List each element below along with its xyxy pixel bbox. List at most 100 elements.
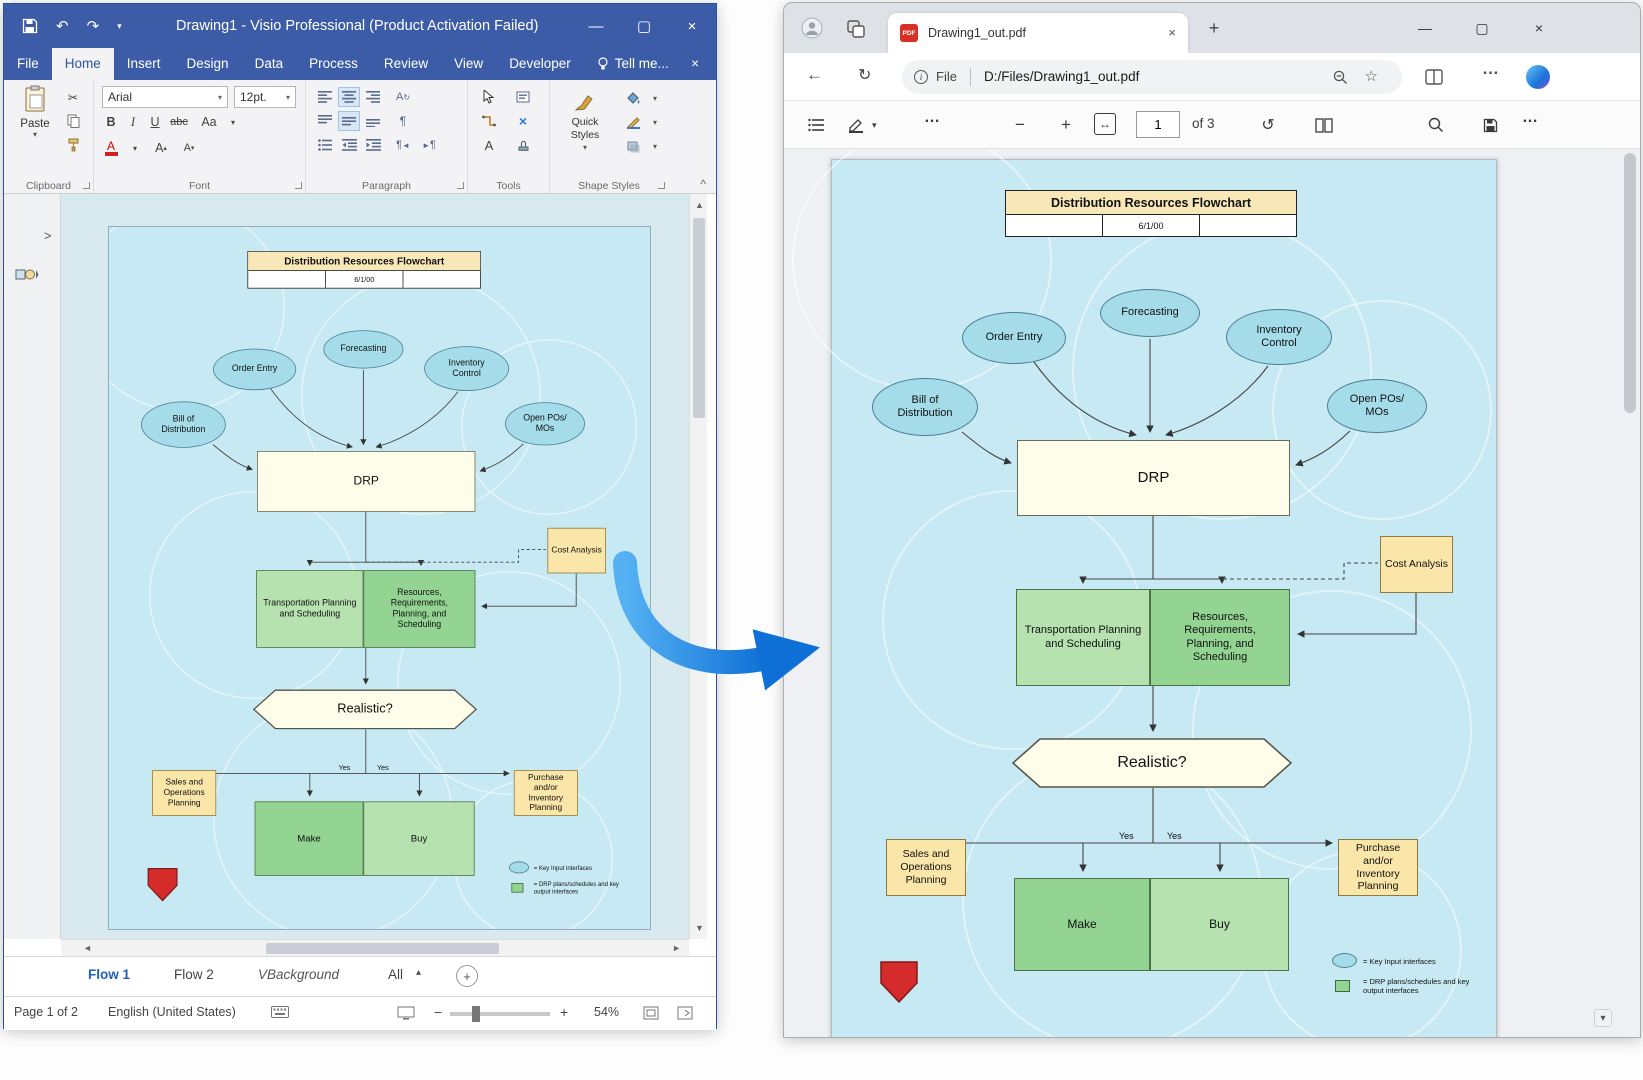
new-tab-button[interactable]: + <box>1202 16 1226 40</box>
align-middle-icon[interactable] <box>338 111 360 131</box>
flowchart-title-block[interactable]: Distribution Resources Flowchart 6/1/00 <box>1005 190 1297 237</box>
italic-button[interactable]: I <box>122 111 144 133</box>
shape-drp[interactable]: DRP <box>257 451 475 512</box>
chevron-down-icon[interactable]: ▾ <box>644 136 666 156</box>
shape-make[interactable]: Make <box>1014 878 1150 971</box>
page-tab-flow1[interactable]: Flow 1 <box>88 967 130 982</box>
shape-sales-ops[interactable]: Sales and Operations Planning <box>886 839 966 896</box>
shape-make[interactable]: Make <box>255 801 364 875</box>
fit-page-icon[interactable] <box>642 1005 660 1021</box>
shape-realistic-decision[interactable]: Realistic? <box>253 689 477 729</box>
settings-more-icon[interactable]: … <box>1482 59 1500 79</box>
connection-point-x-icon[interactable]: × <box>512 111 534 131</box>
tab-close-icon[interactable]: × <box>1168 25 1176 40</box>
zoom-slider-track[interactable] <box>450 1012 550 1016</box>
red-arrow-marker[interactable] <box>147 868 177 902</box>
draw-highlighter-icon[interactable] <box>842 111 870 139</box>
quick-styles-button[interactable]: Quick Styles ▾ <box>556 86 614 160</box>
address-pill[interactable]: i File D:/Files/Drawing1_out.pdf ☆ <box>902 60 1402 94</box>
shape-effects-icon[interactable] <box>622 136 644 156</box>
zoom-out-icon[interactable]: − <box>434 1004 442 1020</box>
insert-page-button[interactable]: + <box>456 965 478 987</box>
decrease-indent-icon[interactable] <box>338 135 360 155</box>
all-pages-button[interactable]: All <box>388 967 403 982</box>
shape-styles-dialog-launcher[interactable] <box>658 182 665 189</box>
shape-buy[interactable]: Buy <box>363 801 474 875</box>
underline-button[interactable]: U <box>144 111 166 133</box>
shape-inventory-control[interactable]: Inventory Control <box>1226 309 1332 365</box>
align-top-icon[interactable] <box>314 111 336 131</box>
zoom-slider-thumb[interactable] <box>472 1006 480 1022</box>
font-size-combo[interactable]: 12pt. ▾ <box>234 86 296 108</box>
zoom-level[interactable]: 54% <box>594 1005 619 1019</box>
scroll-up-icon[interactable]: ▲ <box>695 200 704 210</box>
page-number-input[interactable] <box>1136 111 1180 138</box>
shape-sales-ops[interactable]: Sales and Operations Planning <box>152 770 216 816</box>
close-button[interactable]: × <box>668 4 716 48</box>
ribbon-close-icon[interactable]: × <box>678 48 712 80</box>
font-dialog-launcher[interactable] <box>295 182 302 189</box>
split-screen-icon[interactable] <box>1424 68 1444 86</box>
tab-file[interactable]: File <box>4 48 52 80</box>
text-box-tool-icon[interactable] <box>512 87 534 107</box>
tell-me-box[interactable]: Tell me... <box>584 48 682 80</box>
maximize-button[interactable]: ▢ <box>620 4 668 48</box>
keyboard-icon[interactable] <box>270 1005 290 1019</box>
zoom-out-icon[interactable]: − <box>1006 111 1034 139</box>
shape-buy[interactable]: Buy <box>1150 878 1289 971</box>
rotate-text-icon[interactable]: A↻ <box>392 87 414 107</box>
align-left-icon[interactable] <box>314 87 336 107</box>
vertical-scrollbar[interactable]: ▲ ▼ <box>689 194 707 939</box>
shapes-stencil-icon[interactable] <box>14 266 40 284</box>
minimize-button[interactable]: — <box>1401 3 1449 53</box>
shape-resources[interactable]: Resources, Requirements, Planning, and S… <box>363 570 475 648</box>
scrollbar-thumb[interactable] <box>266 943 499 954</box>
workspaces-icon[interactable] <box>844 17 868 41</box>
tab-insert[interactable]: Insert <box>114 48 174 80</box>
shape-bill-of-distribution[interactable]: Bill of Distribution <box>872 378 978 436</box>
status-language[interactable]: English (United States) <box>108 1005 236 1019</box>
text-tool-icon[interactable]: A <box>478 135 500 155</box>
font-color-button[interactable]: A <box>100 137 122 159</box>
tab-review[interactable]: Review <box>371 48 441 80</box>
paragraph-dialog-launcher[interactable] <box>457 182 464 189</box>
profile-icon[interactable] <box>798 14 826 42</box>
red-arrow-marker[interactable] <box>880 961 918 1003</box>
tab-data[interactable]: Data <box>242 48 297 80</box>
pointer-tool-icon[interactable] <box>478 87 500 107</box>
toc-icon[interactable] <box>802 111 830 139</box>
shape-cost-analysis[interactable]: Cost Analysis <box>547 528 605 574</box>
tab-view[interactable]: View <box>441 48 496 80</box>
browser-tab[interactable]: PDF Drawing1_out.pdf × <box>888 13 1188 53</box>
page-tab-flow2[interactable]: Flow 2 <box>174 967 214 982</box>
undo-icon[interactable]: ↶ <box>56 17 69 35</box>
shape-inventory-control[interactable]: Inventory Control <box>424 346 509 391</box>
paragraph-mark-icon[interactable]: ¶ <box>392 111 414 131</box>
fill-color-icon[interactable] <box>622 88 644 108</box>
align-bottom-icon[interactable] <box>362 111 384 131</box>
strikethrough-button[interactable]: abc <box>168 111 190 133</box>
shape-open-pos-mos[interactable]: Open POs/ MOs <box>505 402 585 445</box>
bullets-icon[interactable] <box>314 135 336 155</box>
tab-design[interactable]: Design <box>174 48 242 80</box>
draw-dropdown-icon[interactable]: ▾ <box>872 120 877 131</box>
scroll-down-icon[interactable]: ▾ <box>1594 1009 1612 1027</box>
scrollbar-thumb[interactable] <box>693 218 705 418</box>
save-icon[interactable] <box>22 18 38 34</box>
fit-to-width-icon[interactable]: ↔ <box>1094 113 1116 135</box>
visio-canvas[interactable]: Distribution Resources Flowchart 6/1/00 … <box>61 194 689 939</box>
font-name-combo[interactable]: Arial ▾ <box>102 86 228 108</box>
search-icon[interactable] <box>1422 111 1450 139</box>
shape-open-pos-mos[interactable]: Open POs/ MOs <box>1327 379 1427 433</box>
change-case-button[interactable]: Aa <box>198 111 220 133</box>
visio-drawing-page[interactable]: Distribution Resources Flowchart 6/1/00 … <box>108 226 651 930</box>
scroll-down-icon[interactable]: ▼ <box>695 923 704 933</box>
info-icon[interactable]: i <box>914 70 928 84</box>
shape-transportation[interactable]: Transportation Planning and Scheduling <box>1016 589 1150 686</box>
increase-indent-icon[interactable] <box>362 135 384 155</box>
align-right-icon[interactable] <box>362 87 384 107</box>
zoom-out-page-icon[interactable] <box>1332 69 1348 85</box>
shape-transportation[interactable]: Transportation Planning and Scheduling <box>256 570 363 648</box>
pdf-content-area[interactable]: Distribution Resources Flowchart 6/1/00 … <box>784 149 1640 1037</box>
shrink-font-button[interactable]: A▾ <box>178 137 200 159</box>
